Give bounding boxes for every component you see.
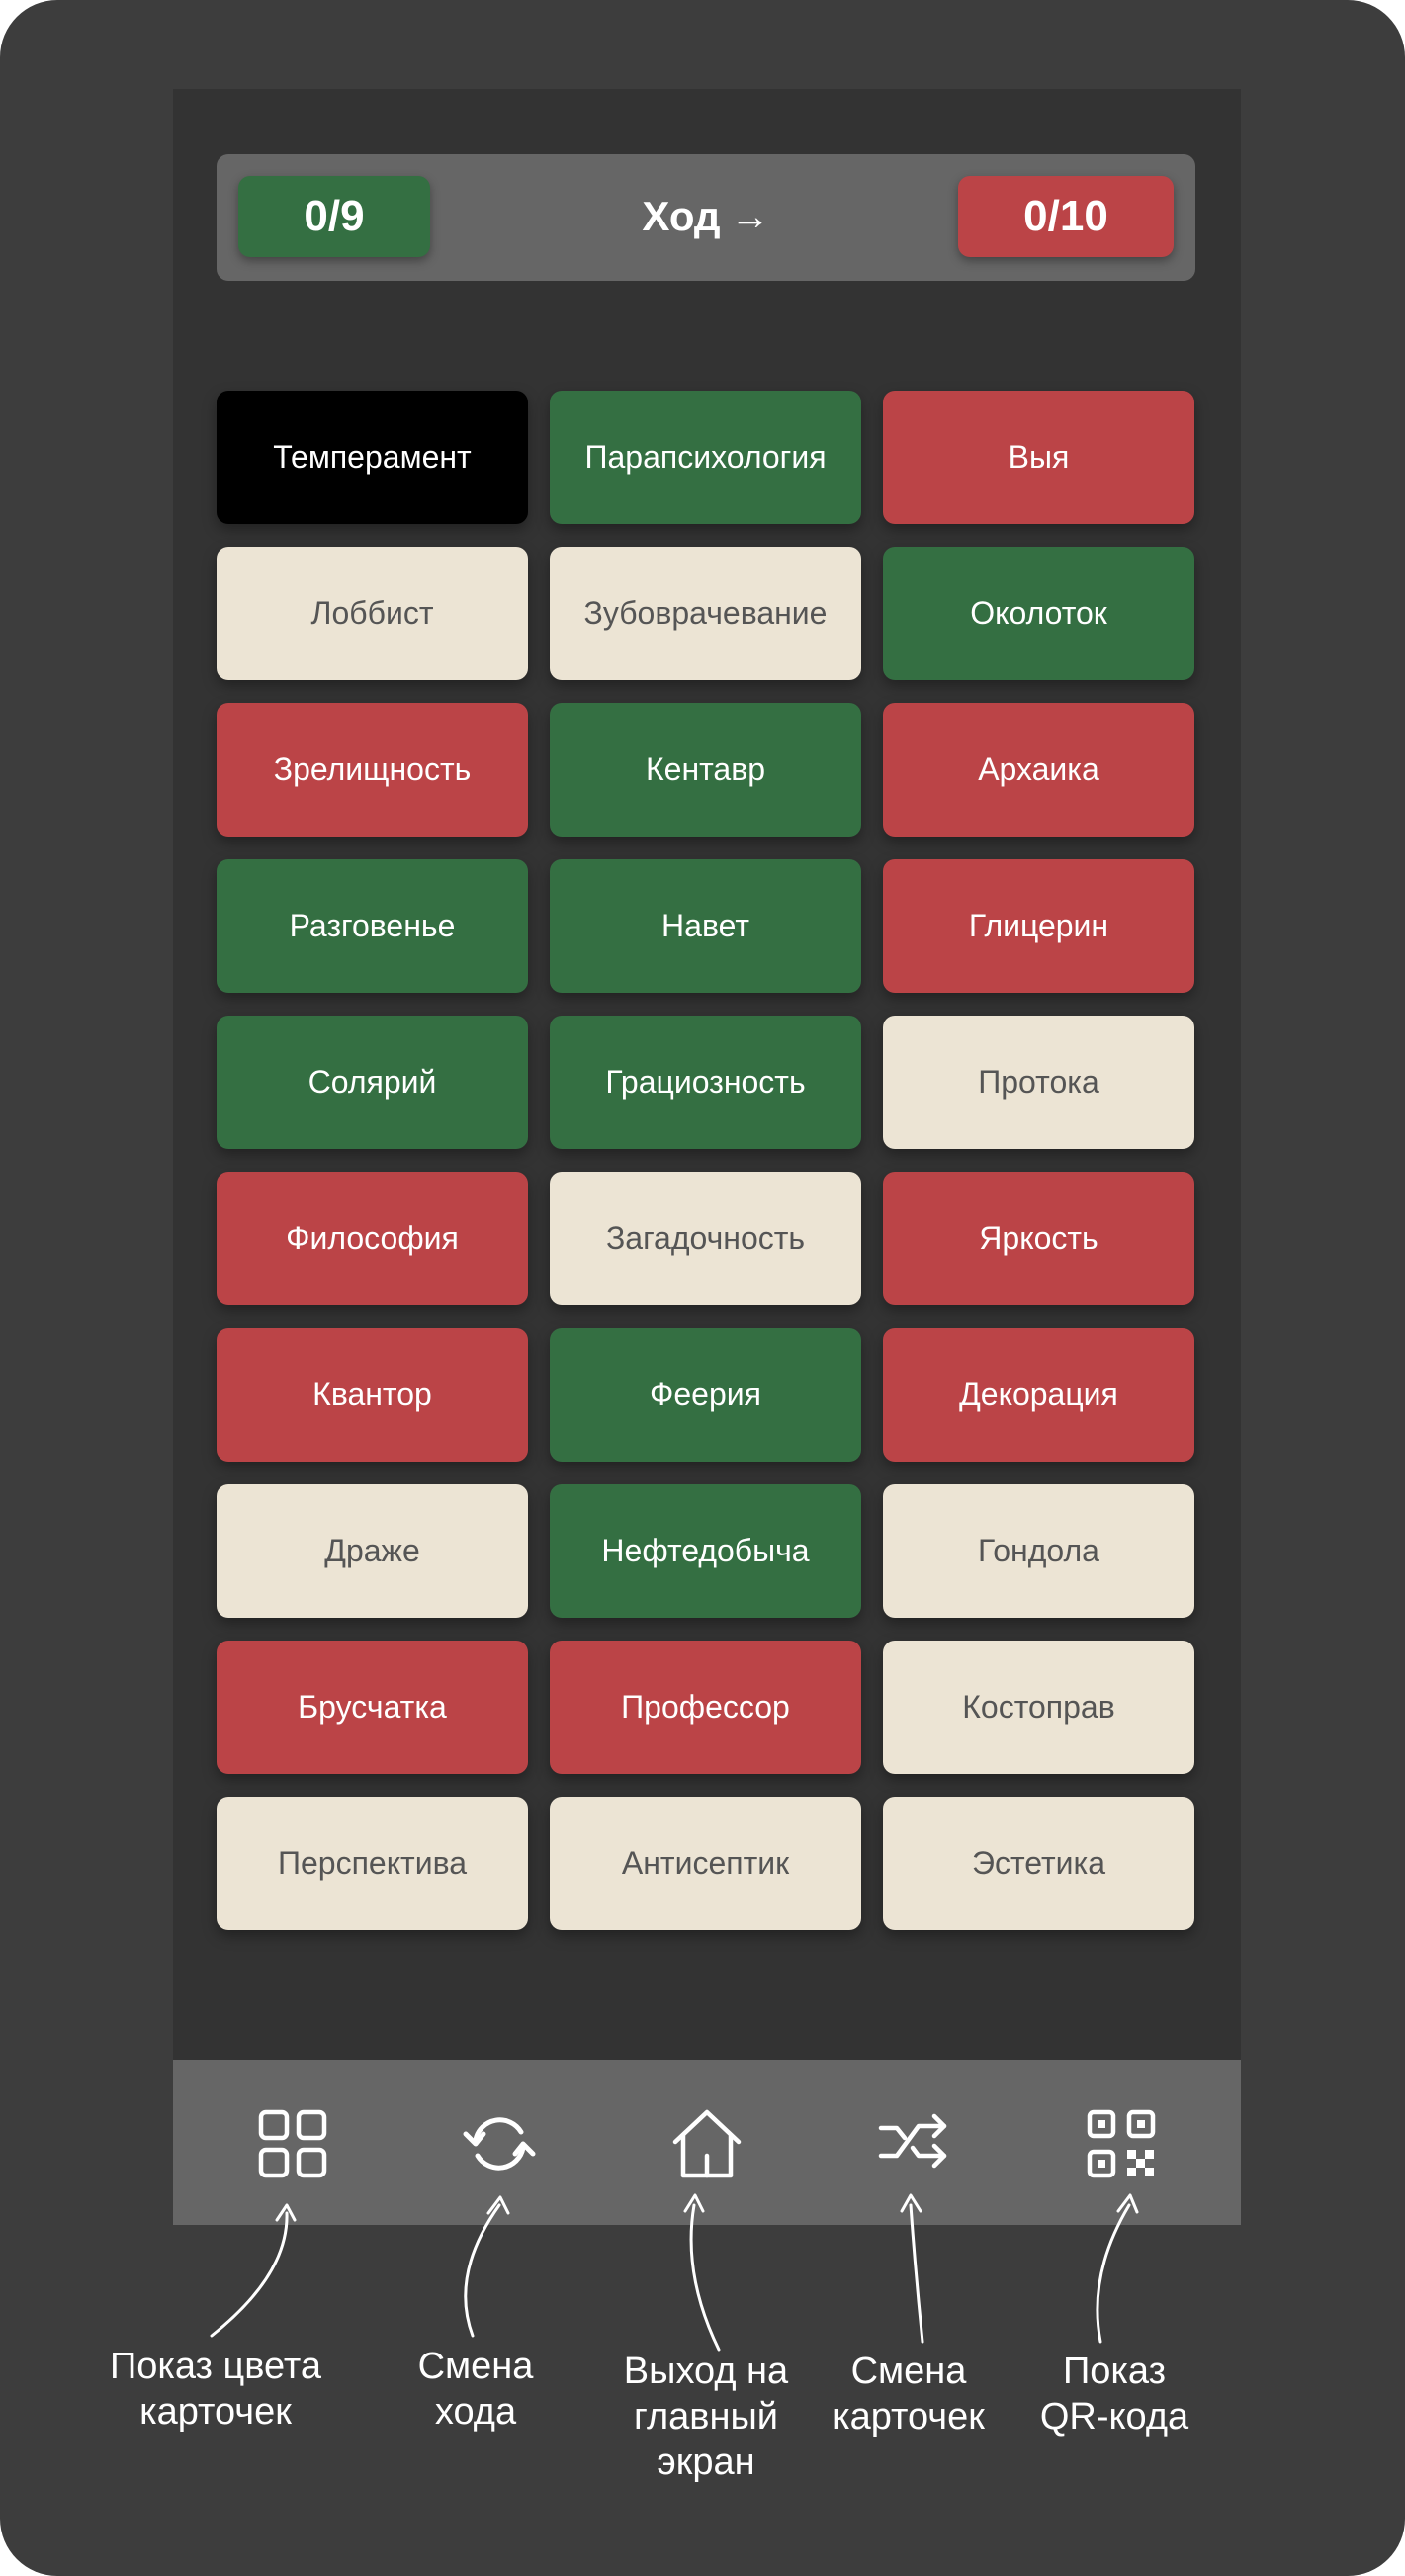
annotation-arrow [464, 2203, 501, 2338]
annotation-arrow [210, 2211, 289, 2338]
annotation-arrow [909, 2203, 924, 2344]
device-frame: 0/9 Ход → 0/10 Темперамент Парапсихологи… [0, 0, 1405, 2576]
annotation-arrow [1096, 2203, 1131, 2344]
annotation-arrow [689, 2203, 721, 2352]
caption-show-qr-code: Показ QR-кода [1039, 2351, 1189, 2438]
caption-show-card-colors: Показ цвета карточек [109, 2346, 322, 2433]
annotation-arrows [210, 2193, 1139, 2352]
